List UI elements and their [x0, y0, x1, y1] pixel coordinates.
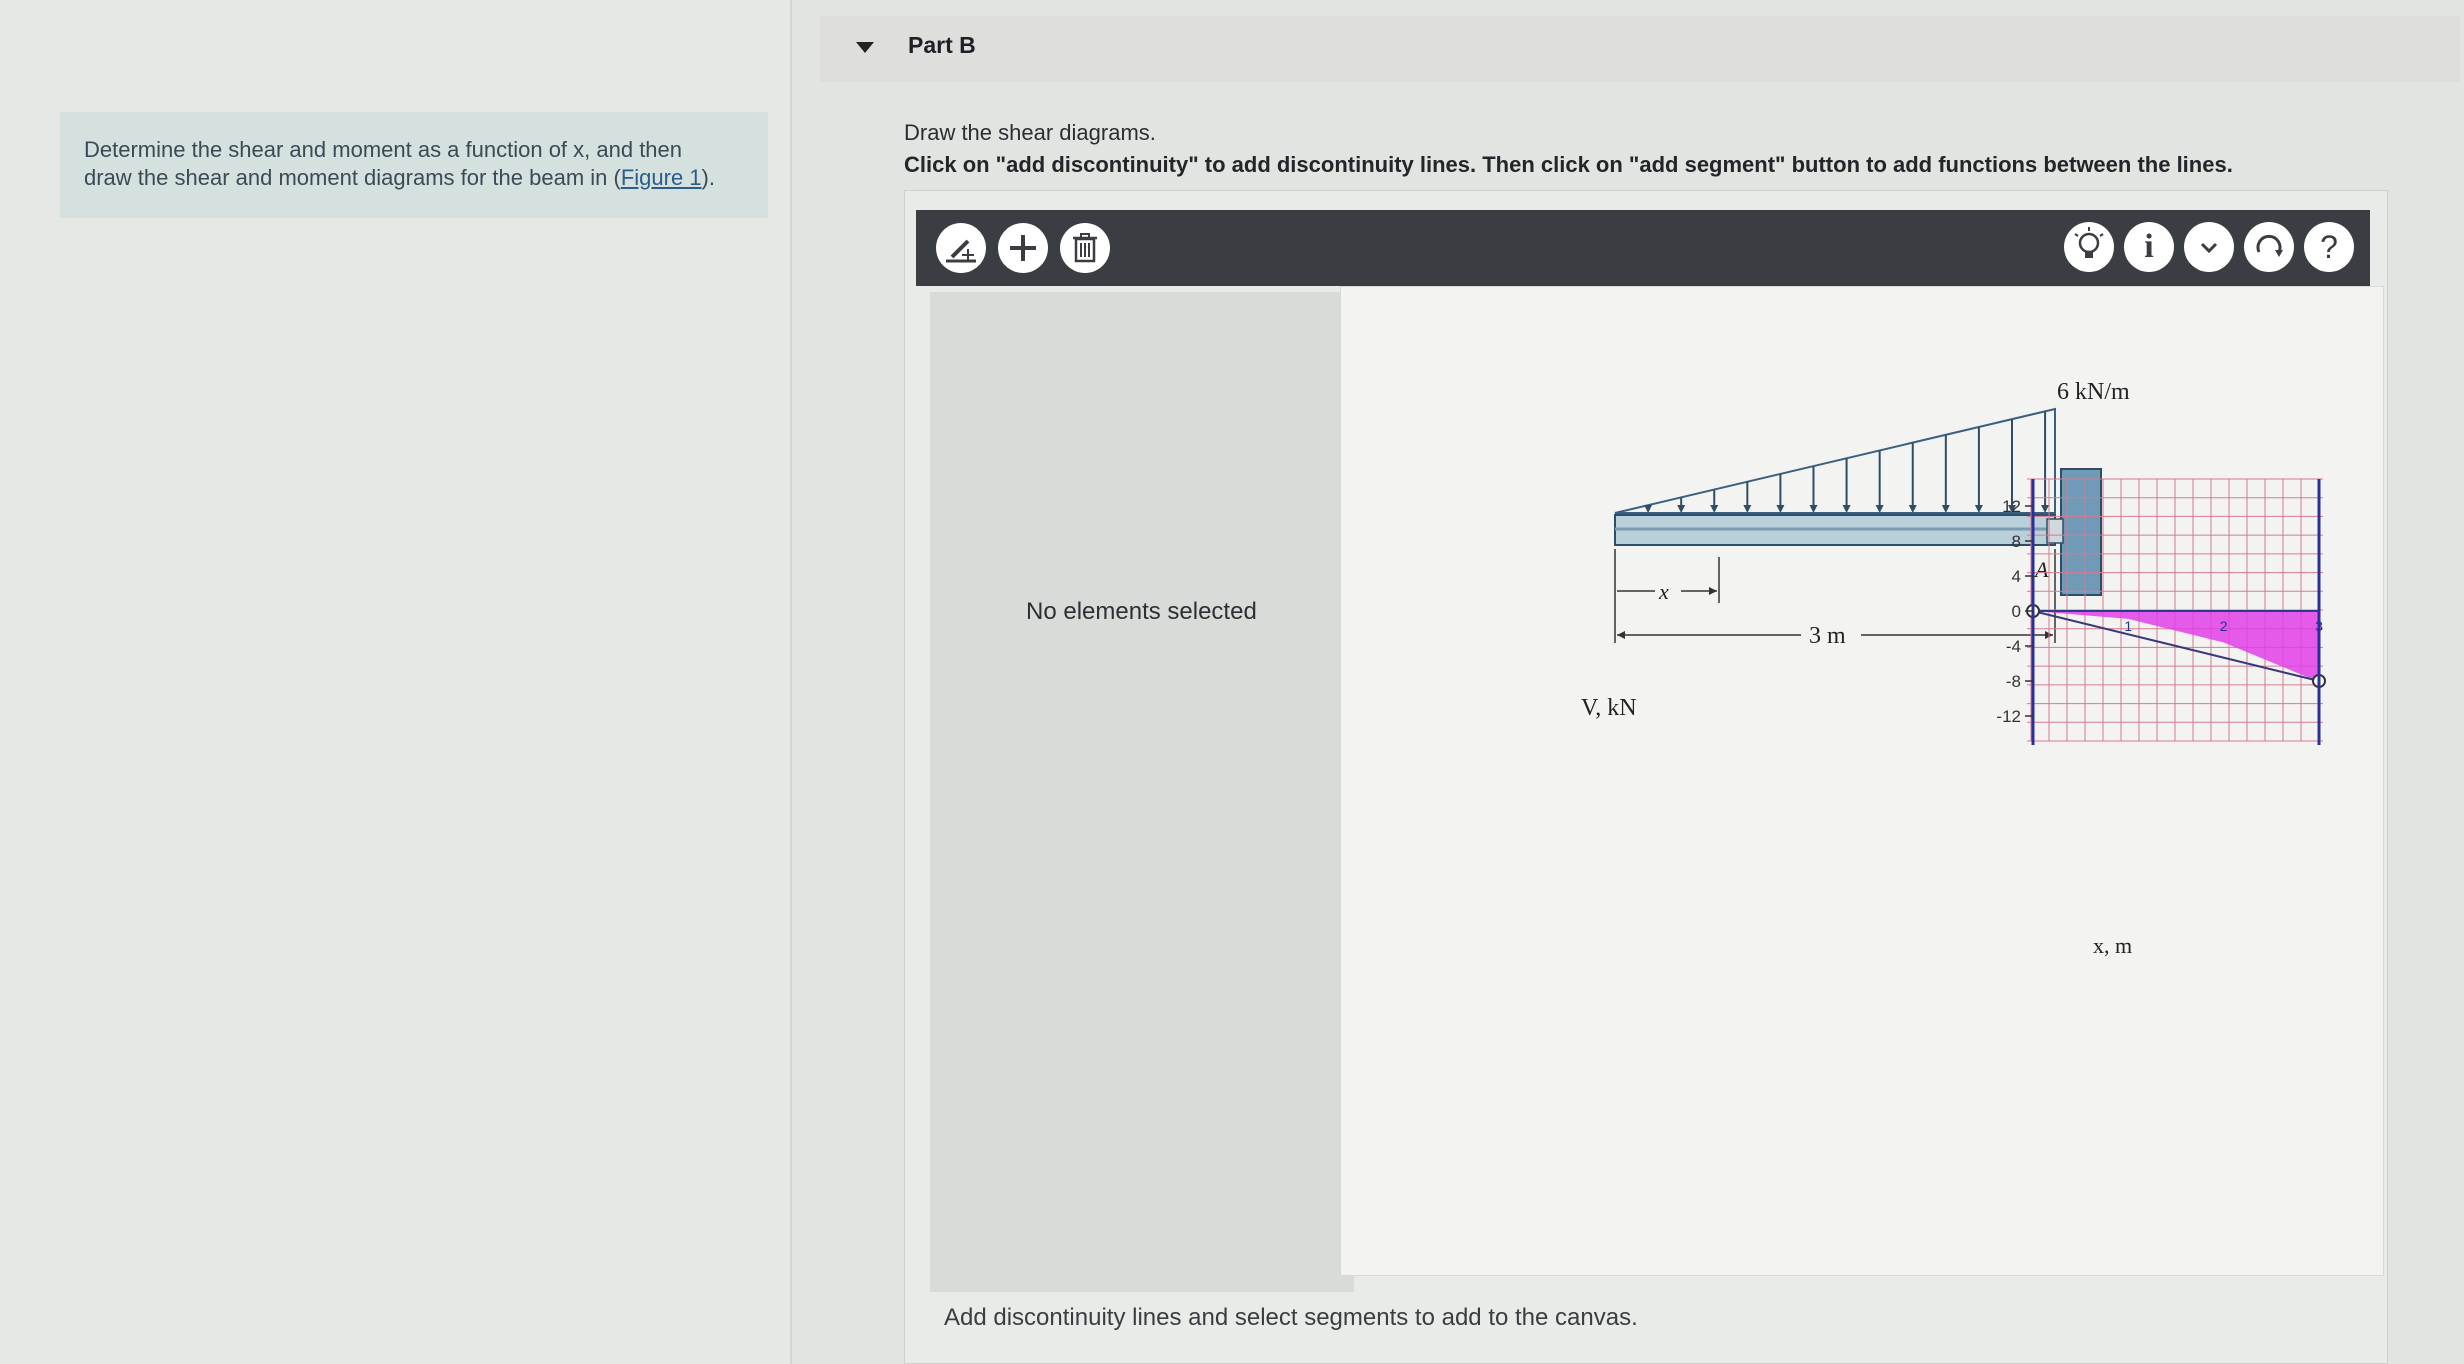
plus-glyph — [1010, 235, 1036, 261]
load-arrow-head — [1875, 505, 1884, 513]
problem-line-2: draw the shear and moment diagrams for t… — [84, 165, 715, 190]
instruction-text: Draw the shear diagrams. — [904, 120, 1156, 145]
y-tick-label: -8 — [2006, 672, 2021, 691]
load-arrows — [1644, 411, 2050, 513]
part-header[interactable] — [820, 16, 2460, 82]
load-arrow-head — [1776, 505, 1785, 513]
add-segment-icon[interactable] — [998, 223, 1048, 273]
y-tick-label: -4 — [2006, 637, 2021, 656]
drawing-canvas[interactable]: 6 kN/m A x 3 m V, kN x, m 12 8 4 0 -4 -8 -12 1 2… — [1340, 286, 2384, 1276]
help-icon[interactable]: ? — [2304, 222, 2354, 272]
chart-xlabel: x, m — [2093, 933, 2132, 958]
pencil-plus-glyph — [946, 239, 976, 263]
y-tick-label: 0 — [2012, 602, 2021, 621]
x-tick-label: 3 — [2315, 618, 2323, 634]
y-tick-label: 12 — [2002, 497, 2021, 516]
part-title: Part B — [908, 32, 976, 58]
properties-sidebar — [930, 292, 1354, 1292]
load-label: 6 kN/m — [2057, 379, 2130, 405]
y-tick-label: -12 — [1996, 707, 2021, 726]
load-arrow-head — [1710, 505, 1719, 513]
hint-lightbulb-icon[interactable] — [2064, 222, 2114, 272]
x-tick-label: 1 — [2124, 618, 2132, 634]
add-discontinuity-icon[interactable] — [936, 223, 986, 273]
dim-length-arrow-left — [1617, 631, 1625, 639]
reset-glyph — [2256, 234, 2283, 257]
canvas-svg: 6 kN/m A x 3 m V, kN x, m 12840-4-8-121 2… — [1581, 379, 2326, 958]
trash-icon[interactable] — [1060, 223, 1110, 273]
load-arrow-head — [1644, 505, 1653, 513]
figure-link[interactable]: Figure 1 — [621, 165, 702, 190]
load-arrow-head — [1809, 505, 1818, 513]
load-arrow-head — [1743, 505, 1752, 513]
x-tick-label: 2 — [2220, 618, 2228, 634]
y-tick-label: 4 — [2012, 567, 2021, 586]
reset-icon[interactable] — [2244, 222, 2294, 272]
load-arrow-head — [1842, 505, 1851, 513]
support-label: A — [2033, 557, 2049, 582]
sidebar-status: No elements selected — [1026, 598, 1257, 625]
collapse-caret-icon[interactable] — [856, 42, 874, 53]
chevron-glyph — [2200, 242, 2218, 254]
load-arrow-head — [1974, 505, 1983, 513]
load-arrow-head — [1908, 505, 1917, 513]
chart-ylabel: V, kN — [1581, 695, 1637, 721]
info-icon[interactable]: i — [2124, 222, 2174, 272]
load-arrow-head — [2041, 505, 2050, 513]
x-dim-label: x — [1658, 579, 1669, 604]
instruction-bold-text: Click on "add discontinuity" to add disc… — [904, 152, 2233, 177]
length-label: 3 m — [1809, 623, 1846, 649]
toolbar: i ? — [916, 210, 2370, 286]
trash-glyph — [1073, 233, 1097, 263]
load-arrow-head — [1677, 505, 1686, 513]
load-arrow-head — [1941, 505, 1950, 513]
chart-area — [2026, 604, 2326, 688]
lightbulb-glyph — [2074, 227, 2104, 258]
footer-message: Add discontinuity lines and select segme… — [944, 1304, 1638, 1331]
beam-figure: 6 kN/m A x 3 m — [1614, 379, 2130, 649]
dim-x-arrow — [1709, 587, 1717, 595]
problem-statement: Determine the shear and moment as a func… — [60, 112, 768, 218]
y-tick-label: 8 — [2012, 532, 2021, 551]
shear-chart: V, kN x, m 12840-4-8-121 2 3 — [1581, 478, 2326, 958]
chevron-down-icon[interactable] — [2184, 222, 2234, 272]
problem-line-1: Determine the shear and moment as a func… — [84, 137, 683, 162]
